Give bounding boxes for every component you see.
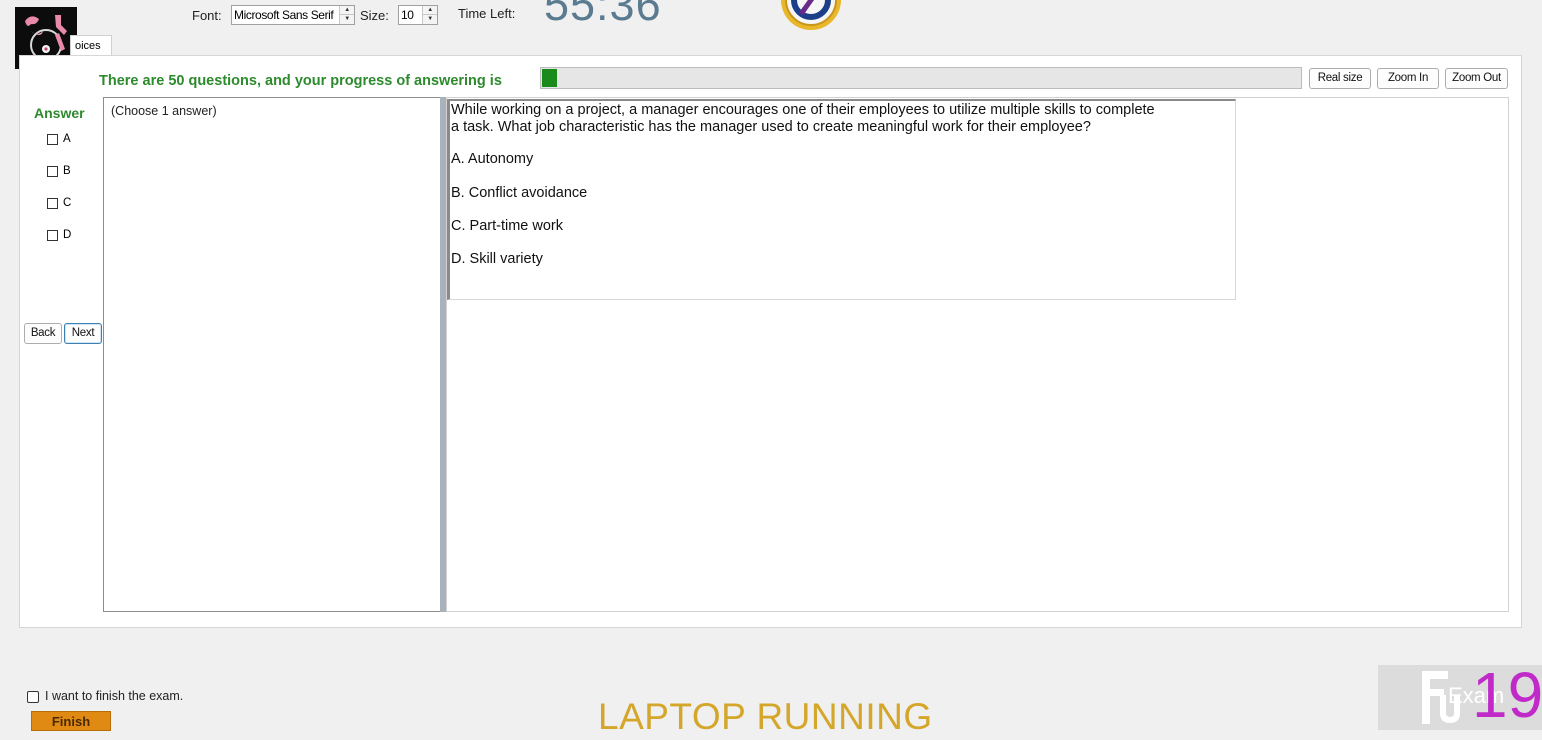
progress-bar-fill <box>542 69 558 87</box>
answer-option-d[interactable]: D <box>47 229 71 243</box>
answer-title: Answer <box>34 105 85 121</box>
question-line-1: While working on a project, a manager en… <box>451 102 1155 118</box>
countdown-timer: 55:36 <box>544 0 662 30</box>
checkbox-b[interactable] <box>47 165 58 177</box>
answer-option-b[interactable]: B <box>47 165 71 179</box>
checkbox-a[interactable] <box>47 133 58 145</box>
brand-logo: Exam 19 <box>1378 665 1542 730</box>
size-spinner[interactable]: ▲ ▼ <box>422 6 437 24</box>
next-button[interactable]: Next <box>64 323 102 344</box>
choice-d: D. Skill variety <box>451 251 543 267</box>
tab-choices[interactable]: oices <box>70 35 112 56</box>
checkbox-d[interactable] <box>47 229 58 241</box>
crest-logo-icon <box>773 0 849 32</box>
finish-exam-row[interactable]: I want to finish the exam. <box>27 689 183 703</box>
answer-option-a[interactable]: A <box>47 133 71 147</box>
size-stepper-value: 10 <box>401 8 414 22</box>
back-button[interactable]: Back <box>24 323 62 344</box>
real-size-button[interactable]: Real size <box>1309 68 1371 89</box>
progress-label: There are 50 questions, and your progres… <box>99 73 502 89</box>
finish-button[interactable]: Finish <box>31 711 111 731</box>
font-select[interactable]: Microsoft Sans Serif ▲ ▼ <box>231 5 355 25</box>
chevron-down-icon[interactable]: ▼ <box>423 15 437 24</box>
question-text: While working on a project, a manager en… <box>451 102 1211 135</box>
size-stepper[interactable]: 10 ▲ ▼ <box>398 5 438 25</box>
chevron-down-icon[interactable]: ▼ <box>340 15 354 24</box>
zoom-in-button[interactable]: Zoom In <box>1377 68 1439 89</box>
progress-bar <box>540 67 1302 89</box>
answer-option-c[interactable]: C <box>47 197 71 211</box>
choice-c: C. Part-time work <box>451 218 563 234</box>
finish-exam-checkbox[interactable] <box>27 690 39 703</box>
font-label: Font: <box>192 8 222 23</box>
instruction-box: (Choose 1 answer) <box>103 97 441 612</box>
font-select-value: Microsoft Sans Serif <box>234 8 334 22</box>
option-a-label: A <box>63 133 71 145</box>
option-d-label: D <box>63 229 72 241</box>
zoom-out-button[interactable]: Zoom Out <box>1445 68 1508 89</box>
question-line-2: a task. What job characteristic has the … <box>451 118 1091 135</box>
status-banner: LAPTOP RUNNING <box>598 696 933 737</box>
finish-exam-label: I want to finish the exam. <box>45 689 184 703</box>
option-c-label: C <box>63 197 72 209</box>
chevron-up-icon[interactable]: ▲ <box>340 6 354 15</box>
option-b-label: B <box>63 165 71 177</box>
time-left-label: Time Left: <box>458 6 516 21</box>
chevron-up-icon[interactable]: ▲ <box>423 6 437 15</box>
instruction-text: (Choose 1 answer) <box>111 104 217 118</box>
checkbox-c[interactable] <box>47 197 58 209</box>
choice-a: A. Autonomy <box>451 151 534 167</box>
choice-b: B. Conflict avoidance <box>451 185 588 201</box>
size-label: Size: <box>360 8 389 23</box>
font-spinner[interactable]: ▲ ▼ <box>339 6 354 24</box>
brand-number: 19 <box>1472 665 1542 730</box>
